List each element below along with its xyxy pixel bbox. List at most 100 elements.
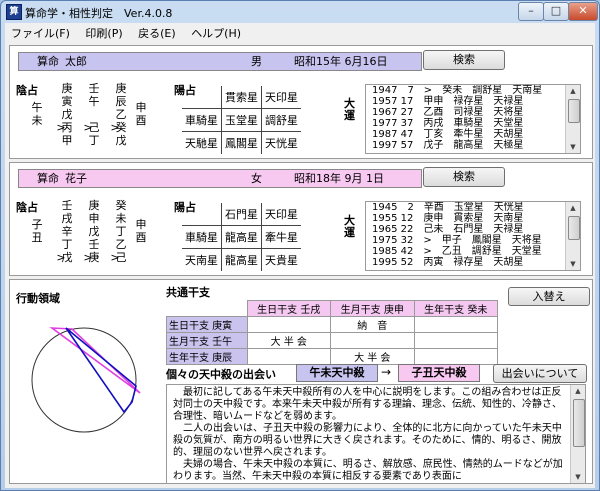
scroll-up-icon[interactable]: ▲ xyxy=(566,202,580,214)
person1-col1-char: 戊 xyxy=(61,108,73,121)
person1-col1-char: 甲 xyxy=(61,134,73,147)
list-item[interactable]: 1977 37 丙戌 車騎星 天堂星 xyxy=(366,118,580,129)
table-cell xyxy=(246,348,331,365)
person2-col1-char: 戊 xyxy=(61,251,73,264)
person2-birth: 昭和18年 9月 1日 xyxy=(294,172,384,185)
star-cell: 玉堂星 xyxy=(221,108,262,132)
person2-col3-char: 乙 xyxy=(115,238,127,251)
person1-name: 太郎 xyxy=(65,55,87,68)
swap-button[interactable]: 入替え xyxy=(508,287,590,306)
star-cell xyxy=(182,86,222,109)
app-icon: 算 xyxy=(6,4,22,20)
person2-taiun-list[interactable]: 1945 2 辛酉 玉堂星 天恍星 1955 12 庚申 貫索星 天南星 196… xyxy=(365,201,581,271)
person1-col3-char: 庚 xyxy=(115,82,127,95)
scroll-thumb[interactable] xyxy=(573,399,585,447)
person2-col2-char: 庚 xyxy=(88,199,100,212)
menu-bar: ファイル(F) 印刷(P) 戻る(E) ヘルプ(H) xyxy=(5,23,595,42)
tenchu-b-badge: 子丑天中殺 xyxy=(398,364,480,382)
list-item[interactable]: 1985 42 > 乙丑 調舒星 天堂星 xyxy=(366,246,580,257)
table-cell xyxy=(330,332,415,349)
person1-col3-char: 癸 xyxy=(115,121,127,134)
menu-file[interactable]: ファイル(F) xyxy=(5,23,76,41)
person2-col2-char: 壬 xyxy=(88,238,100,251)
star-cell: 天印星 xyxy=(261,203,301,226)
person2-col1-char: 戌 xyxy=(61,212,73,225)
star-cell: 天馳星 xyxy=(182,131,222,154)
person2-right-char: 酉 xyxy=(135,231,147,244)
table-cell xyxy=(246,316,331,333)
person2-col1-char: 壬 xyxy=(61,199,73,212)
person1-col2-char: 壬 xyxy=(88,82,100,95)
person1-taiun-list[interactable]: 1947 7 > 癸未 調舒星 天南星 1957 17 甲申 禄存星 天禄星 1… xyxy=(365,84,581,154)
menu-back[interactable]: 戻る(E) xyxy=(132,23,182,41)
window-title: 算命学・相性判定 Ver.4.0.8 xyxy=(25,7,173,20)
person2-left-char: 丑 xyxy=(31,231,43,244)
scrollbar[interactable]: ▲ ▼ xyxy=(565,202,580,270)
scroll-up-icon[interactable]: ▲ xyxy=(571,385,585,397)
table-cell: 大 半 会 xyxy=(246,332,331,349)
scroll-down-icon[interactable]: ▼ xyxy=(566,141,580,153)
person2-name-label: 算命 xyxy=(37,172,59,185)
star-cell: 石門星 xyxy=(221,203,262,226)
tenchu-arrow-icon: → xyxy=(381,365,392,379)
person1-gender: 男 xyxy=(251,55,262,68)
scroll-thumb[interactable] xyxy=(568,99,580,123)
row-header: 生年干支 庚辰 xyxy=(166,348,248,365)
person1-left-char: 午 xyxy=(31,101,43,114)
person2-col2-char: 庚 xyxy=(88,251,100,264)
person1-col3-char: 戊 xyxy=(115,134,127,147)
person1-taiun-label: 大運 xyxy=(344,97,355,122)
person1-col2-char: 己 xyxy=(88,121,100,134)
person1-search-button[interactable]: 検索 xyxy=(423,50,505,70)
list-item[interactable]: 1965 22 己未 石門星 天禄星 xyxy=(366,224,580,235)
scrollbar[interactable]: ▲ ▼ xyxy=(565,85,580,153)
list-item[interactable]: 1957 17 甲申 禄存星 天禄星 xyxy=(366,96,580,107)
list-item[interactable]: 1967 27 乙酉 司禄星 天将星 xyxy=(366,107,580,118)
person1-inyo-label: 陰占 xyxy=(16,84,38,97)
title-bar[interactable]: 算 算命学・相性判定 Ver.4.0.8 – □ ✕ xyxy=(1,1,599,23)
list-item[interactable]: 1987 47 丁亥 牽牛星 天胡星 xyxy=(366,129,580,140)
list-item[interactable]: 1997 57 戊子 龍高星 天極星 xyxy=(366,140,580,151)
person2-col3-char: 癸 xyxy=(115,199,127,212)
list-item[interactable]: 1945 2 辛酉 玉堂星 天恍星 xyxy=(366,202,580,213)
star-cell: 貫索星 xyxy=(221,86,262,109)
star-cell: 牽牛星 xyxy=(261,225,301,249)
star-cell: 車騎星 xyxy=(182,225,222,249)
about-encounter-button[interactable]: 出会いについて xyxy=(493,364,587,383)
list-item[interactable]: 1995 52 丙寅 禄存星 天胡星 xyxy=(366,257,580,268)
person2-area-polygon xyxy=(49,327,141,394)
menu-print[interactable]: 印刷(P) xyxy=(79,23,128,41)
person2-name: 花子 xyxy=(65,172,87,185)
person1-panel: 算命 太郎 男 昭和15年 6月16日 検索 陰占 午 未 庚 寅 戊 > 丙 … xyxy=(9,45,593,159)
scroll-thumb[interactable] xyxy=(568,216,580,240)
person2-taiun-label: 大運 xyxy=(344,214,355,239)
star-cell: 天印星 xyxy=(261,86,301,109)
table-cell: 大 半 会 xyxy=(330,348,415,365)
person2-col2-char: 戊 xyxy=(88,225,100,238)
person2-col3-char: 己 xyxy=(115,251,127,264)
person1-right-char: 酉 xyxy=(135,114,147,127)
maximize-button[interactable]: □ xyxy=(543,2,569,21)
description-textbox[interactable]: 最初に記してある午未天中殺所有の人を中心に説明をします。この組み合わせは正反対同… xyxy=(166,384,586,484)
person1-left-char: 未 xyxy=(31,114,43,127)
table-cell xyxy=(413,316,498,333)
person1-col1-char: 庚 xyxy=(61,82,73,95)
action-area-diagram xyxy=(31,327,141,433)
kodo-label: 行動領域 xyxy=(16,292,60,305)
scroll-up-icon[interactable]: ▲ xyxy=(566,85,580,97)
menu-help[interactable]: ヘルプ(H) xyxy=(185,23,247,41)
list-item[interactable]: 1947 7 > 癸未 調舒星 天南星 xyxy=(366,85,580,96)
list-item[interactable]: 1975 32 > 甲子 鳳閣星 天将星 xyxy=(366,235,580,246)
scroll-down-icon[interactable]: ▼ xyxy=(571,471,585,483)
minimize-button[interactable]: – xyxy=(518,2,544,21)
list-item[interactable]: 1955 12 庚申 貫索星 天南星 xyxy=(366,213,580,224)
person1-col1-char: 寅 xyxy=(61,95,73,108)
close-button[interactable]: ✕ xyxy=(568,2,598,21)
star-cell: 龍高星 xyxy=(221,248,262,271)
person1-right-char: 申 xyxy=(135,101,147,114)
person2-col3-char: 未 xyxy=(115,212,127,225)
scrollbar[interactable]: ▲ ▼ xyxy=(570,385,585,483)
person2-search-button[interactable]: 検索 xyxy=(423,167,505,187)
star-cell: 調舒星 xyxy=(261,108,301,132)
scroll-down-icon[interactable]: ▼ xyxy=(566,258,580,270)
